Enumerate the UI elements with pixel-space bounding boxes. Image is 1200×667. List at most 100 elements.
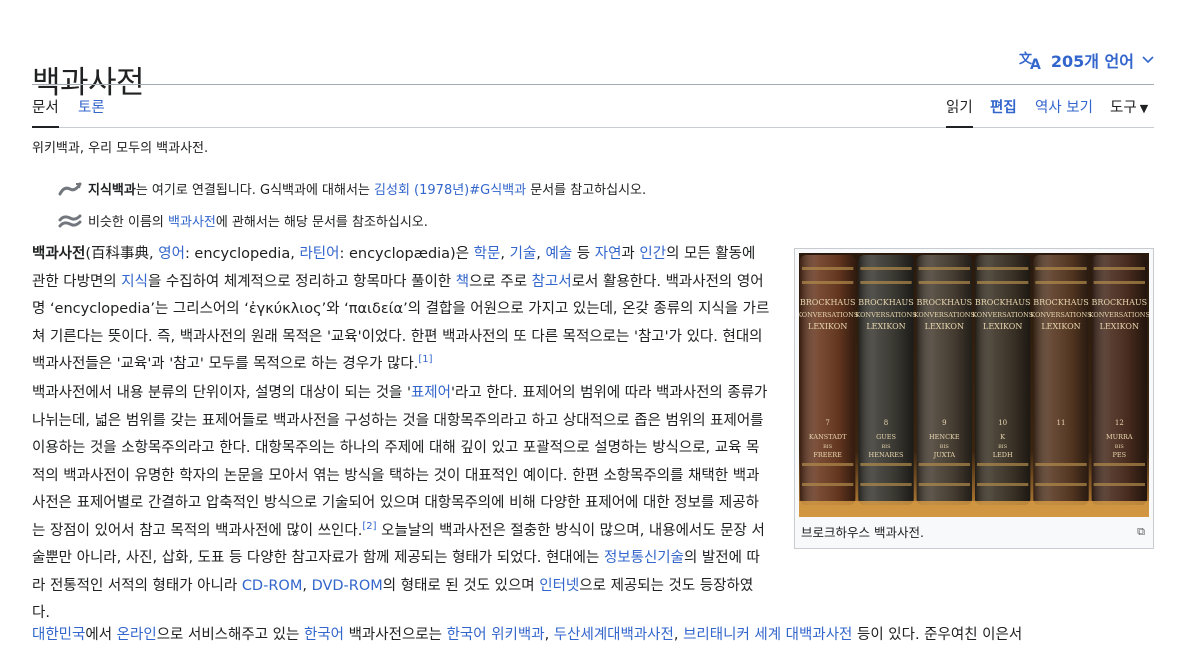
link-internet[interactable]: 인터넷 — [539, 578, 579, 594]
link-english[interactable]: 영어 — [158, 246, 185, 262]
hatnote-text-part: 는 여기로 연결됩니다. G식백과에 대해서는 — [135, 183, 375, 198]
spine-volume: 9 — [942, 419, 946, 427]
spine-range: PES — [1113, 451, 1127, 459]
text: '라고 한다. 표제어의 범위에 따라 백과사전의 종류가 나뉘는데, 넓은 범… — [32, 385, 768, 539]
language-count: 205개 언어 — [1050, 52, 1134, 71]
hatnote-link[interactable]: 백과사전 — [168, 215, 216, 230]
text: , — [500, 246, 510, 262]
citation-link[interactable]: [2] — [362, 521, 376, 532]
tab-tools[interactable]: 도구 ▼ — [1110, 96, 1148, 126]
spine-title: BROCKHAUS — [975, 298, 1031, 307]
text: 등이 있다. 준우여친 이은서 — [852, 627, 1023, 643]
spine-range: BIS — [881, 444, 891, 450]
hatnote-text: 비슷한 이름의 백과사전에 관해서는 해당 문서를 참조하십시오. — [88, 211, 428, 230]
link-online[interactable]: 온라인 — [117, 627, 157, 643]
title-divider — [32, 84, 1154, 85]
hatnote-text: 지식백과는 여기로 연결됩니다. G식백과에 대해서는 김성회 (1978년)#… — [88, 179, 646, 198]
link-human[interactable]: 인간 — [639, 246, 666, 262]
spine-title: LEXIKON — [1041, 322, 1080, 331]
svg-text:A: A — [1030, 57, 1041, 70]
book-spine: BROCKHAUS KONVERSATIONS LEXIKON 9 HENCKE BISJ… — [914, 255, 975, 505]
spine-title: BROCKHAUS — [1092, 298, 1148, 307]
link-korea[interactable]: 대한민국 — [32, 627, 85, 643]
text: 의 형태로 된 것도 있으며 — [382, 577, 540, 594]
spine-title: LEXIKON — [866, 322, 905, 331]
spine-volume: 12 — [1115, 419, 1124, 427]
brockhaus-books-image[interactable]: BROCKHAUS KONVERSATIONS LEXIKON 7 KANSTADT BI… — [799, 253, 1149, 517]
book-spine: BROCKHAUS KONVERSATIONS LEXIKON 11 — [1030, 255, 1092, 505]
link-art[interactable]: 예술 — [545, 246, 572, 262]
article-page: 백과사전 文 A 205개 언어 문서 토론 읽기 편집 역사 보기 도구 ▼ 위… — [0, 0, 1200, 667]
disambiguation-icon — [58, 214, 82, 227]
spine-range: HENCKE — [929, 433, 960, 441]
spine-range: GUES — [876, 433, 896, 441]
text: 으로 주로 — [469, 273, 532, 290]
link-korean[interactable]: 한국어 — [304, 627, 344, 643]
book-spine: BROCKHAUS KONVERSATIONS LEXIKON 12 MURRA BISP… — [1089, 255, 1149, 505]
link-ict[interactable]: 정보통신기술 — [604, 550, 684, 566]
spine-range: BIS — [940, 444, 950, 450]
link-britannica[interactable]: 브리태니커 세계 대백과사전 — [683, 627, 852, 643]
enlarge-icon[interactable]: ⧉ — [1137, 525, 1145, 539]
text: (百科事典, — [85, 246, 159, 262]
spine-volume: 11 — [1057, 419, 1066, 427]
translate-icon: 文 A — [1019, 51, 1041, 70]
text: , — [673, 627, 684, 643]
figure-caption: 브로크하우스 백과사전. — [801, 525, 924, 540]
link-nature[interactable]: 자연 — [595, 246, 622, 262]
tab-article[interactable]: 문서 — [32, 96, 59, 128]
link-dvdrom[interactable]: DVD-ROM — [312, 578, 383, 594]
text: : encyclopædia)은 — [339, 246, 474, 262]
link-latin[interactable]: 라틴어 — [299, 246, 339, 262]
link-headword[interactable]: 표제어 — [411, 385, 451, 401]
tab-talk[interactable]: 토론 — [78, 96, 105, 126]
tab-read[interactable]: 읽기 — [946, 96, 973, 128]
page-tabs: 문서 토론 읽기 편집 역사 보기 도구 ▼ — [32, 94, 1154, 128]
link-technology[interactable]: 기술 — [510, 246, 537, 262]
spine-title: LEXIKON — [925, 322, 964, 331]
spine-title: BROCKHAUS — [858, 298, 914, 307]
link-cdrom[interactable]: CD-ROM — [242, 578, 303, 594]
link-study[interactable]: 학문 — [474, 246, 501, 262]
hatnote-text-part: 비슷한 이름의 — [88, 215, 169, 230]
link-reference-book[interactable]: 참고서 — [532, 274, 572, 290]
spine-range: HENARES — [869, 451, 904, 459]
spine-title: KONVERSATIONS — [855, 311, 916, 319]
chevron-down-icon: ▼ — [1139, 102, 1149, 115]
hatnote: 지식백과는 여기로 연결됩니다. G식백과에 대해서는 김성회 (1978년)#… — [58, 179, 646, 198]
link-book[interactable]: 책 — [456, 274, 469, 290]
spine-range: KANSTADT — [809, 433, 847, 441]
hatnote: 비슷한 이름의 백과사전에 관해서는 해당 문서를 참조하십시오. — [58, 211, 428, 230]
spine-range: LEDH — [993, 451, 1013, 459]
citation-link[interactable]: [1] — [418, 354, 432, 365]
body-paragraph: 백과사전에서 내용 분류의 단위이자, 설명의 대상이 되는 것을 '표제어'라… — [32, 380, 770, 628]
article-subject: 백과사전 — [32, 246, 86, 262]
book-spine: BROCKHAUS KONVERSATIONS LEXIKON 8 GUES BISHEN… — [855, 255, 917, 505]
text: 과 — [621, 246, 640, 262]
spine-title: BROCKHAUS — [917, 298, 973, 307]
spine-title: LEXIKON — [808, 322, 847, 331]
book-spine: BROCKHAUS KONVERSATIONS LEXIKON 7 KANSTADT BI… — [799, 255, 858, 505]
site-tagline: 위키백과, 우리 모두의 백과사전. — [32, 141, 209, 156]
link-doosan[interactable]: 두산세계대백과사전 — [554, 627, 674, 643]
spine-range: FREERE — [813, 451, 842, 459]
language-button[interactable]: 文 A 205개 언어 — [1019, 48, 1154, 72]
text: 을 수집하여 체계적으로 정리하고 항목마다 풀이한 — [147, 273, 456, 290]
spine-range: MURRA — [1106, 433, 1133, 441]
tab-edit[interactable]: 편집 — [990, 96, 1017, 126]
redirect-icon — [58, 182, 82, 195]
spine-title: KONVERSATIONS — [1030, 311, 1091, 319]
intro-paragraph: 백과사전(百科事典, 영어: encyclopedia, 라틴어: encycl… — [32, 241, 770, 379]
figure-thumbnail: BROCKHAUS KONVERSATIONS LEXIKON 7 KANSTADT BI… — [794, 248, 1154, 549]
text: , — [544, 627, 554, 643]
spine-range: BIS — [823, 444, 833, 450]
spine-volume: 7 — [825, 419, 829, 427]
link-knowledge[interactable]: 지식 — [121, 274, 148, 290]
link-korean-wikipedia[interactable]: 한국어 위키백과 — [447, 627, 545, 643]
spine-title: BROCKHAUS — [1033, 298, 1089, 307]
book-spine: BROCKHAUS KONVERSATIONS LEXIKON 10 K BISLEDH — [972, 255, 1033, 505]
tab-history[interactable]: 역사 보기 — [1035, 96, 1093, 126]
spine-volume: 10 — [998, 419, 1007, 427]
spine-range: BIS — [1115, 444, 1125, 450]
hatnote-link[interactable]: 김성회 (1978년)#G식백과 — [374, 183, 526, 198]
